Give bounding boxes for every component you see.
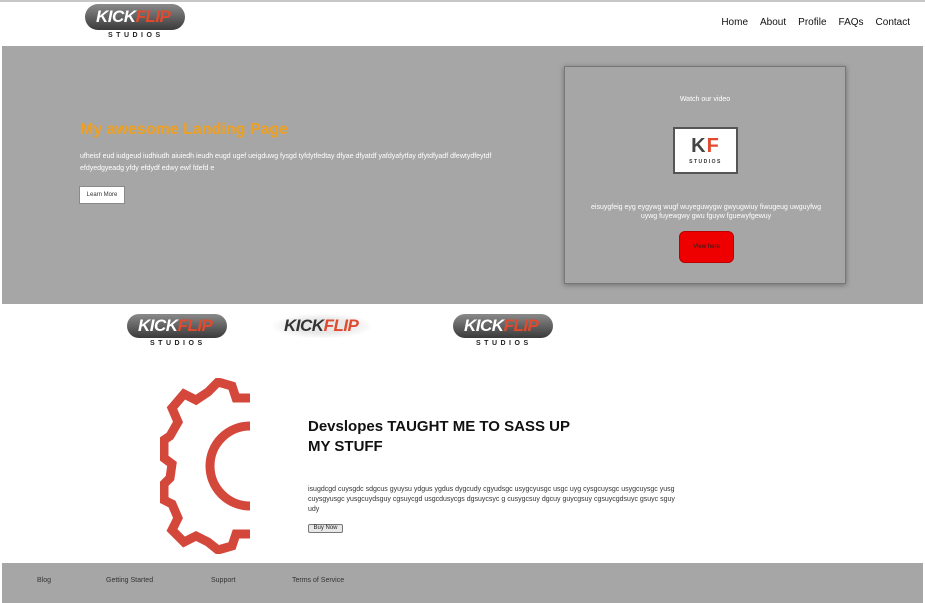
nav-home[interactable]: Home bbox=[721, 17, 748, 29]
footer-link-blog[interactable]: Blog bbox=[37, 576, 51, 586]
kickflip-logo[interactable]: KICKFLIP STUDIOS bbox=[85, 4, 185, 40]
learn-more-button[interactable]: Learn More bbox=[79, 186, 125, 204]
logo-subtitle: STUDIOS bbox=[150, 340, 206, 347]
hero-text: ufheisf eud iudgeud iudhiudh aiuiedh ieu… bbox=[80, 153, 492, 172]
video-card-title: Watch our video bbox=[679, 96, 731, 103]
nav-profile[interactable]: Profile bbox=[798, 17, 826, 29]
site-footer: Blog Getting Started Support Terms of Se… bbox=[2, 563, 923, 603]
gear-icon bbox=[160, 378, 250, 554]
logo-wordmark: KICKFLIP bbox=[96, 7, 171, 26]
buy-now-button[interactable]: Buy Now bbox=[308, 524, 343, 533]
logo-wordmark: KICKFLIP bbox=[284, 316, 359, 335]
main-nav: Home About Profile FAQs Contact bbox=[709, 17, 910, 29]
logo-subtitle: STUDIOS bbox=[476, 340, 532, 347]
footer-link-terms[interactable]: Terms of Service bbox=[292, 576, 344, 586]
nav-faqs[interactable]: FAQs bbox=[839, 17, 864, 29]
footer-link-support[interactable]: Support bbox=[211, 576, 236, 586]
feature-title: Devslopes TAUGHT ME TO SASS UP MY STUFF bbox=[308, 418, 570, 455]
hero-section: My awesome Landing Page ufheisf eud iudg… bbox=[2, 46, 923, 304]
kf-letters: KF bbox=[691, 135, 720, 157]
kickflip-logo: KICKFLIP STUDIOS bbox=[453, 314, 553, 350]
logo-wordmark: KICKFLIP bbox=[138, 316, 213, 335]
logo-wordmark: KICKFLIP bbox=[464, 316, 539, 335]
video-card-text: eisuygfeig eyg eygywg wugf wuyeguwygw gw… bbox=[591, 204, 821, 220]
kf-studios-logo: KF STUDIOS bbox=[673, 127, 738, 174]
feature-text: isugdcgd cuysgdc sdgcus gyuysu ydgus ygd… bbox=[308, 486, 675, 513]
site-header: KICKFLIP STUDIOS Home About Profile FAQs… bbox=[0, 2, 925, 46]
kickflip-logo: KICKFLIP STUDIOS bbox=[127, 314, 227, 350]
logo-subtitle: STUDIOS bbox=[108, 32, 164, 39]
view-here-button[interactable]: View here bbox=[679, 231, 734, 263]
kf-subtitle: STUDIOS bbox=[689, 159, 722, 165]
nav-contact[interactable]: Contact bbox=[876, 17, 910, 29]
nav-about[interactable]: About bbox=[760, 17, 786, 29]
hero-title: My awesome Landing Page bbox=[80, 121, 289, 138]
footer-link-getting-started[interactable]: Getting Started bbox=[106, 576, 153, 586]
kickflip-logo-light: KICKFLIP bbox=[273, 314, 371, 340]
video-card: Watch our video KF STUDIOS eisuygfeig ey… bbox=[564, 66, 846, 284]
